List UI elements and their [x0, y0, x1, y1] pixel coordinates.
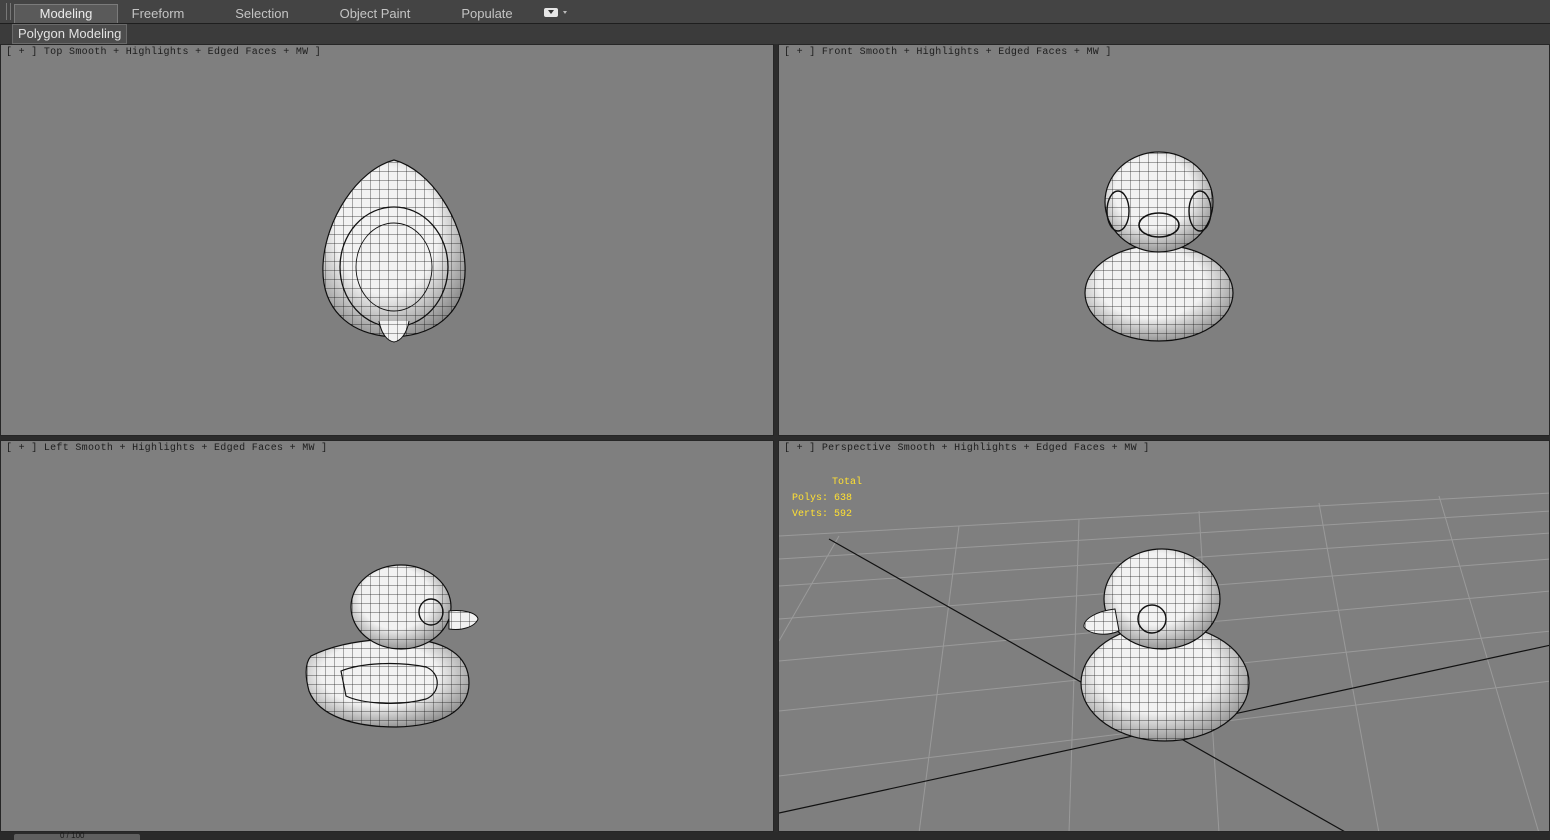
- duck-model-left: [305, 564, 479, 728]
- viewport-perspective[interactable]: [ + ] Perspective Smooth + Highlights + …: [778, 440, 1550, 832]
- tab-object-paint[interactable]: Object Paint: [330, 4, 420, 23]
- ribbon-options-icon[interactable]: [544, 8, 558, 17]
- viewport-front[interactable]: [ + ] Front Smooth + Highlights + Edged …: [778, 44, 1550, 436]
- viewport-top[interactable]: [ + ] Top Smooth + Highlights + Edged Fa…: [0, 44, 774, 436]
- perspective-grid-and-duck: [779, 492, 1549, 831]
- duck-model-front: [1084, 151, 1234, 342]
- chevron-down-icon[interactable]: [563, 11, 567, 14]
- viewport-left[interactable]: [ + ] Left Smooth + Highlights + Edged F…: [0, 440, 774, 832]
- tab-freeform[interactable]: Freeform: [118, 4, 198, 23]
- ribbon-grip-handle[interactable]: [6, 3, 11, 20]
- time-slider[interactable]: 0 / 100: [14, 831, 140, 840]
- tab-selection[interactable]: Selection: [222, 4, 302, 23]
- duck-model-perspective: [1080, 548, 1250, 742]
- ribbon-tab-bar: Modeling Freeform Selection Object Paint…: [0, 0, 1550, 24]
- polygon-modeling-panel[interactable]: Polygon Modeling: [12, 24, 128, 44]
- tab-populate[interactable]: Populate: [447, 4, 527, 23]
- time-slider-frame: 0 / 100: [60, 831, 85, 840]
- ribbon-panel-bar: Polygon Modeling: [0, 24, 1550, 44]
- status-bar: 0 / 100: [0, 831, 1550, 840]
- duck-model-top: [322, 159, 466, 343]
- tab-modeling[interactable]: Modeling: [14, 4, 118, 23]
